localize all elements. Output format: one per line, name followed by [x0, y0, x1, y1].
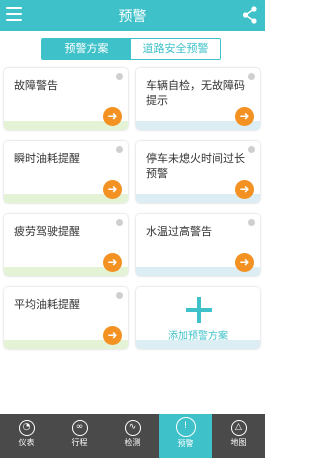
page-title: 预警: [118, 9, 147, 25]
warning-card-water-temp[interactable]: 水温过高警告 ➜: [136, 214, 260, 276]
add-warning-plan-button[interactable]: 添加预警方案: [136, 287, 260, 349]
nav-trip[interactable]: ∞ 行程: [53, 414, 106, 458]
nav-label: 检测: [124, 438, 141, 447]
arrow-right-icon[interactable]: ➜: [235, 180, 254, 199]
tab-warning-plans[interactable]: 预警方案: [42, 39, 131, 59]
card-title: 车辆自检，无故障码提示: [146, 79, 245, 107]
diagnose-icon: ∿: [124, 420, 141, 436]
share-icon[interactable]: [242, 6, 258, 24]
card-title: 水温过高警告: [146, 225, 212, 238]
nav-diagnose[interactable]: ∿ 检测: [106, 414, 159, 458]
arrow-right-icon[interactable]: ➜: [103, 107, 122, 126]
map-icon: △: [230, 420, 247, 436]
bottom-nav: ◔ 仪表 ∞ 行程 ∿ 检测 ! 预警 △ 地图: [0, 414, 265, 458]
status-dot: [116, 146, 123, 153]
arrow-right-icon[interactable]: ➜: [103, 253, 122, 272]
status-dot: [248, 219, 255, 226]
nav-dashboard[interactable]: ◔ 仪表: [0, 414, 53, 458]
route-icon: ∞: [71, 420, 88, 436]
tab-bar: 预警方案 道路安全预警: [41, 38, 221, 60]
arrow-right-icon[interactable]: ➜: [103, 180, 122, 199]
nav-label: 预警: [177, 439, 194, 448]
card-band: [136, 340, 260, 349]
arrow-right-icon[interactable]: ➜: [235, 107, 254, 126]
warning-card-instant-fuel[interactable]: 瞬时油耗提醒 ➜: [4, 141, 128, 203]
app-header: 预警: [0, 0, 265, 31]
arrow-right-icon[interactable]: ➜: [235, 253, 254, 272]
plus-icon: [186, 297, 212, 323]
warning-card-avg-fuel[interactable]: 平均油耗提醒 ➜: [4, 287, 128, 349]
gauge-icon: ◔: [18, 420, 35, 436]
status-dot: [116, 219, 123, 226]
tab-road-safety[interactable]: 道路安全预警: [131, 39, 220, 59]
card-title: 停车未熄火时间过长预警: [146, 152, 245, 180]
status-dot: [248, 73, 255, 80]
card-title: 疲劳驾驶提醒: [14, 225, 80, 238]
nav-label: 地图: [230, 438, 247, 447]
card-title: 故障警告: [14, 79, 58, 92]
warning-icon: !: [175, 417, 196, 437]
nav-warning[interactable]: ! 预警: [159, 414, 212, 458]
arrow-right-icon[interactable]: ➜: [103, 326, 122, 345]
status-dot: [116, 292, 123, 299]
warning-card-idle-time[interactable]: 停车未熄火时间过长预警 ➜: [136, 141, 260, 203]
card-title: 平均油耗提醒: [14, 298, 80, 311]
nav-label: 仪表: [18, 438, 35, 447]
nav-label: 行程: [71, 438, 88, 447]
warning-card-fault[interactable]: 故障警告 ➜: [4, 68, 128, 130]
status-dot: [116, 73, 123, 80]
status-dot: [248, 146, 255, 153]
warning-card-self-check[interactable]: 车辆自检，无故障码提示 ➜: [136, 68, 260, 130]
nav-map[interactable]: △ 地图: [212, 414, 265, 458]
warning-card-fatigue[interactable]: 疲劳驾驶提醒 ➜: [4, 214, 128, 276]
card-title: 瞬时油耗提醒: [14, 152, 80, 165]
